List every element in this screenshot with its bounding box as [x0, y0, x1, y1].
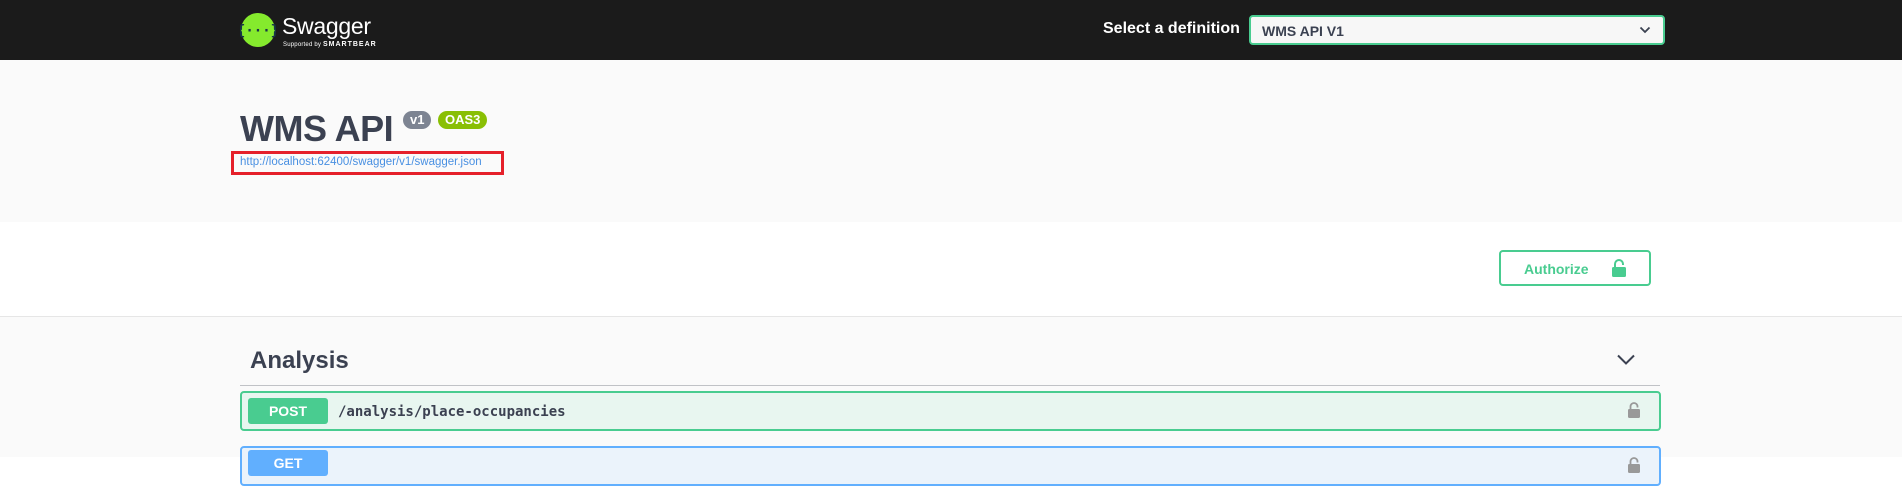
- version-badge: v1: [403, 111, 432, 129]
- chevron-down-icon: [1639, 26, 1651, 34]
- operation-post-place-occupancies[interactable]: POST /analysis/place-occupancies: [240, 391, 1661, 431]
- authorize-label: Authorize: [1524, 261, 1589, 277]
- tag-header-analysis[interactable]: Analysis: [240, 337, 1660, 386]
- auth-wrapper: Authorize: [0, 222, 1902, 317]
- page-title: WMS API: [240, 108, 394, 149]
- svg-text:{···}: {···}: [240, 23, 276, 39]
- operation-get[interactable]: GET: [240, 446, 1661, 486]
- swagger-logo-icon: {···}: [240, 13, 276, 47]
- oas-badge: OAS3: [438, 111, 488, 129]
- definition-select[interactable]: WMS API V1: [1249, 15, 1665, 45]
- method-badge: POST: [248, 398, 328, 424]
- logo-supported-by: Supported by SMARTBEAR: [283, 41, 377, 48]
- info-section: WMS API v1 OAS3 http://localhost:62400/s…: [0, 60, 1902, 222]
- tag-title: Analysis: [250, 347, 349, 374]
- logo-wordmark: Swagger: [282, 13, 371, 39]
- authorize-button[interactable]: Authorize: [1499, 250, 1651, 286]
- logo-brand: SMARTBEAR: [322, 41, 377, 48]
- operations-section: Analysis POST /analysis/place-occupancie…: [0, 317, 1902, 486]
- logo-supported-by-text: Supported by: [283, 42, 322, 48]
- operation-path: /analysis/place-occupancies: [338, 404, 566, 420]
- method-badge: GET: [248, 450, 328, 476]
- topbar: {···} Swagger Supported by SMARTBEAR Sel…: [0, 0, 1902, 60]
- definition-label: Select a definition: [1103, 20, 1240, 37]
- unlocked-padlock-icon[interactable]: [1627, 457, 1641, 474]
- unlocked-padlock-icon[interactable]: [1627, 402, 1641, 419]
- spec-url-link[interactable]: http://localhost:62400/swagger/v1/swagge…: [240, 156, 482, 168]
- chevron-down-icon[interactable]: [1616, 353, 1636, 366]
- definition-select-value: WMS API V1: [1262, 23, 1344, 39]
- unlocked-padlock-icon: [1612, 259, 1626, 277]
